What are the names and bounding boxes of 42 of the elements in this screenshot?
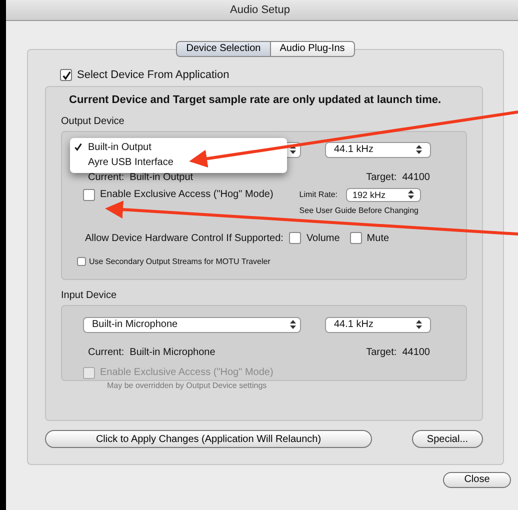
limit-rate-select[interactable]: 192 kHz xyxy=(346,188,421,202)
checkbox-label: Enable Exclusive Access ("Hog" Mode) xyxy=(100,366,274,380)
rate-value: 44.1 kHz xyxy=(334,142,374,156)
close-button[interactable]: Close xyxy=(443,472,511,488)
checkbox[interactable] xyxy=(289,232,302,244)
notice-text: Current Device and Target sample rate are only updated at launch time. xyxy=(69,93,442,108)
window-title: Audio Setup xyxy=(230,2,290,18)
hint-text: May be overridden by Output Device settings xyxy=(107,380,268,392)
checkbox-label: Use Secondary Output Streams for MOTU Traveler xyxy=(89,256,270,268)
limit-rate-note: See User Guide Before Changing xyxy=(299,204,420,216)
section-heading: Output Device xyxy=(61,114,126,128)
hardware-control-label: Allow Device Hardware Control If Supported: xyxy=(85,232,284,246)
checkbox-label: Mute xyxy=(366,232,390,246)
stepper-icon xyxy=(416,320,422,329)
rate-select[interactable]: 44.1 kHz xyxy=(325,316,431,332)
stepper-icon xyxy=(290,145,296,154)
tab[interactable]: Audio Plug-Ins xyxy=(270,41,355,57)
rate-value: 44.1 kHz xyxy=(334,318,374,332)
stepper-icon xyxy=(408,190,414,199)
target-rate-text: Target: 44100 xyxy=(366,170,430,184)
target-rate-text: Target: 44100 xyxy=(366,346,430,360)
section-heading: Input Device xyxy=(61,288,118,302)
stepper-icon xyxy=(290,320,296,329)
checkbox-label: Enable Exclusive Access ("Hog" Mode) xyxy=(100,188,274,202)
checkbox-label: Select Device From Application xyxy=(77,68,230,83)
current-device-text: Current: Built-in Output xyxy=(88,170,194,184)
push-button[interactable]: Special... xyxy=(412,430,483,448)
stepper-icon xyxy=(416,145,422,154)
push-button[interactable]: Click to Apply Changes (Application Will Relaunch) xyxy=(45,430,372,448)
checkbox[interactable] xyxy=(350,232,362,244)
checkbox-label: Volume xyxy=(306,232,340,246)
device-value: Built-in Microphone xyxy=(92,318,178,332)
tab[interactable]: Device Selection xyxy=(176,41,271,57)
checkbox[interactable] xyxy=(83,188,95,200)
device-select[interactable]: Built-in Microphone xyxy=(83,316,301,332)
checkbox[interactable] xyxy=(60,69,72,81)
rate-select[interactable]: 44.1 kHz xyxy=(325,142,431,158)
limit-rate-label: Limit Rate: xyxy=(299,188,338,200)
menu-item[interactable]: Ayre USB Interface xyxy=(88,154,174,170)
current-device-text: Current: Built-in Microphone xyxy=(88,346,216,360)
menu-item[interactable]: Built-in Output xyxy=(88,140,152,154)
checkbox[interactable] xyxy=(77,257,86,266)
